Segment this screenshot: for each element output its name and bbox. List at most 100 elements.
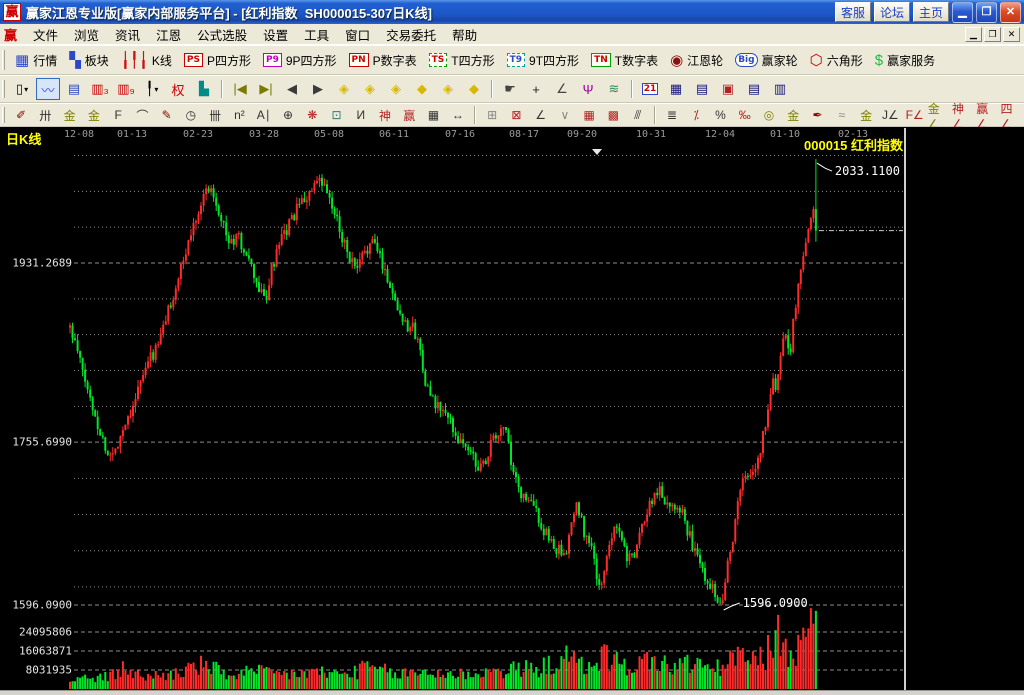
first-page-button[interactable]: |◀: [228, 78, 252, 100]
scale-ladder-button[interactable]: ≣: [661, 105, 683, 125]
fit-screen-button[interactable]: ◆: [462, 78, 486, 100]
calendar-button[interactable]: 21: [638, 78, 662, 100]
curve-tool-button[interactable]: ≋: [602, 78, 626, 100]
menu-item[interactable]: 资讯: [107, 27, 148, 45]
quotes-button[interactable]: ▦行情: [15, 52, 57, 69]
formula-pick-button[interactable]: 〰: [36, 78, 60, 100]
arc-tool-button[interactable]: ⌒: [131, 105, 153, 125]
data-manage-button[interactable]: ▥: [768, 78, 792, 100]
fibonacci-button[interactable]: F: [107, 105, 129, 125]
save-button[interactable]: ▣: [716, 78, 740, 100]
drag-hand-button[interactable]: ☛: [498, 78, 522, 100]
toolbar-grip[interactable]: [2, 80, 5, 98]
percent-line-button[interactable]: ⁒: [685, 105, 707, 125]
gann-grid-h-button[interactable]: 卅: [34, 105, 56, 125]
angle-measure-button[interactable]: ∠: [550, 78, 574, 100]
shrink-left-button[interactable]: ◈: [332, 78, 356, 100]
shrink-right-button[interactable]: ◈: [358, 78, 382, 100]
candle-style-dropdown-button[interactable]: ╿▾: [140, 78, 164, 100]
win-grid-button[interactable]: 赢: [398, 105, 420, 125]
home-button[interactable]: 主页: [913, 2, 949, 22]
winner-service-button[interactable]: $赢家服务: [875, 52, 935, 69]
crosshair-button[interactable]: +: [524, 78, 548, 100]
menu-item[interactable]: 浏览: [66, 27, 107, 45]
period-dropdown-button[interactable]: ▯▾: [10, 78, 34, 100]
trend-lines-button[interactable]: ⫻: [627, 105, 649, 125]
brush-tool-button[interactable]: ✒: [806, 105, 828, 125]
restore-scale-button[interactable]: ◆: [410, 78, 434, 100]
kline-button[interactable]: ╽╿╽K线: [121, 52, 172, 69]
gold-section-h-button[interactable]: 金: [58, 105, 80, 125]
band-tool-button[interactable]: Ψ: [576, 78, 600, 100]
hexagon-button[interactable]: ⬡六角形: [810, 52, 863, 69]
data-export-button[interactable]: ▤: [742, 78, 766, 100]
pencil-tool-button[interactable]: ✎: [156, 105, 178, 125]
snowflake-button[interactable]: ❋: [301, 105, 323, 125]
p-number-button[interactable]: PNP数字表: [349, 52, 417, 69]
menu-item[interactable]: 设置: [255, 27, 296, 45]
menu-item[interactable]: 交易委托: [378, 27, 444, 45]
cycle-clock-button[interactable]: ◷: [180, 105, 202, 125]
mdi-restore-button[interactable]: ❐: [984, 27, 1001, 42]
gann-wheel-button[interactable]: ◉江恩轮: [670, 52, 723, 69]
gold-circle-button[interactable]: ◎: [758, 105, 780, 125]
next-page-button[interactable]: ▶: [306, 78, 330, 100]
menu-item[interactable]: 帮助: [444, 27, 485, 45]
percent-button[interactable]: %: [709, 105, 731, 125]
red-grid-button[interactable]: ▦: [578, 105, 600, 125]
restore-rights-button[interactable]: 权: [166, 78, 190, 100]
j-angle-button[interactable]: J∠: [879, 105, 901, 125]
t-number-button[interactable]: TNT数字表: [591, 52, 658, 69]
gold-char-button[interactable]: 金: [855, 105, 877, 125]
minimize-button[interactable]: ▁: [952, 2, 973, 23]
restore-button[interactable]: ❐: [976, 2, 997, 23]
angle-a-button[interactable]: A∣: [253, 105, 275, 125]
god-grid-button[interactable]: 神: [374, 105, 396, 125]
prev-page-button[interactable]: ◀: [280, 78, 304, 100]
gold-line-button[interactable]: 金: [782, 105, 804, 125]
forum-button[interactable]: 论坛: [874, 2, 910, 22]
frame-tool-button[interactable]: ⊞: [481, 105, 503, 125]
circle-cross-button[interactable]: ⊕: [277, 105, 299, 125]
knife-tool-button[interactable]: ✐: [10, 105, 32, 125]
toolbar-grip[interactable]: [2, 50, 5, 70]
calculator-button[interactable]: ▦: [664, 78, 688, 100]
gold-section-v-button[interactable]: 金: [83, 105, 105, 125]
toolbar-grip[interactable]: [2, 107, 5, 122]
percent-level-button[interactable]: ‰: [734, 105, 756, 125]
win-angle-button[interactable]: 赢∠: [976, 105, 998, 125]
enlarge-button[interactable]: ◈: [436, 78, 460, 100]
minute9-chart-button[interactable]: ▥₉: [114, 78, 138, 100]
square-target-button[interactable]: ⊡: [325, 105, 347, 125]
p9-square-button[interactable]: P99P四方形: [263, 52, 337, 69]
angle-lines-button[interactable]: ∠: [530, 105, 552, 125]
wave-fit-button[interactable]: ≈: [831, 105, 853, 125]
red-grid2-button[interactable]: ▩: [602, 105, 624, 125]
span-arrow-button[interactable]: ↔: [447, 105, 469, 125]
minute3-chart-button[interactable]: ▥₃: [88, 78, 112, 100]
menu-item[interactable]: 文件: [25, 27, 66, 45]
close-button[interactable]: ✕: [1000, 2, 1021, 23]
t9-square-button[interactable]: T99T四方形: [507, 52, 579, 69]
sectors-button[interactable]: ▚板块: [69, 52, 109, 69]
menu-item[interactable]: 江恩: [148, 27, 189, 45]
customer-service-button[interactable]: 客服: [835, 2, 871, 22]
menu-item[interactable]: 窗口: [337, 27, 378, 45]
price-grid-button[interactable]: ▦: [422, 105, 444, 125]
last-page-button[interactable]: ▶|: [254, 78, 278, 100]
ray-fan-button[interactable]: ⊠: [505, 105, 527, 125]
shrink-horizontal-button[interactable]: ◈: [384, 78, 408, 100]
mdi-close-button[interactable]: ✕: [1003, 27, 1020, 42]
gold-angle-button[interactable]: 金∠: [928, 105, 950, 125]
notepad-button[interactable]: ▤: [690, 78, 714, 100]
god-angle-button[interactable]: 神∠: [952, 105, 974, 125]
chart-area[interactable]: 12-0801-1302-2303-2805-0806-1107-1608-17…: [0, 127, 1024, 690]
menu-item[interactable]: 工具: [296, 27, 337, 45]
t-square-button[interactable]: TST四方形: [429, 52, 495, 69]
four-angle-button[interactable]: 四∠: [1001, 105, 1023, 125]
f-angle-button[interactable]: F∠: [903, 105, 925, 125]
winner-wheel-button[interactable]: Big赢家轮: [735, 52, 797, 69]
mdi-minimize-button[interactable]: ▁: [965, 27, 982, 42]
info-doc-button[interactable]: ▤: [62, 78, 86, 100]
n-square-button[interactable]: n²: [228, 105, 250, 125]
